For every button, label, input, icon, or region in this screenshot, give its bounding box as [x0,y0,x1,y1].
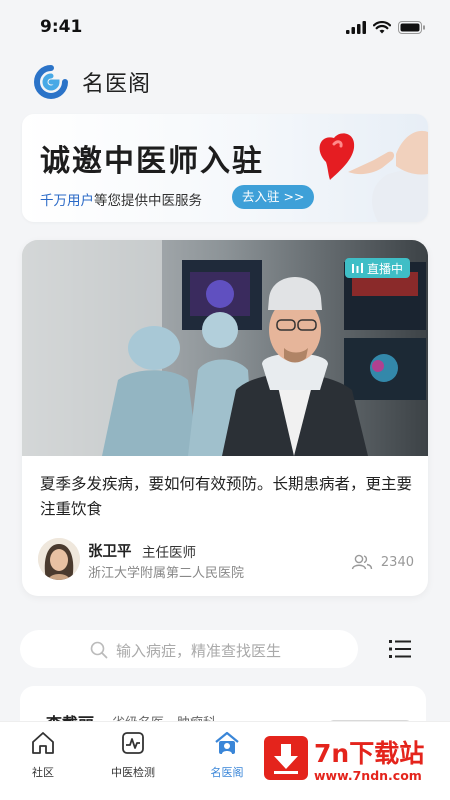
doctor-house-icon [215,731,239,754]
viewers-icon [351,554,373,570]
pulse-chart-icon [122,732,144,754]
live-description: 夏季多发疾病，要如何有效预防。长期患病者，更主要注重饮食 [40,475,413,518]
doctor-info[interactable]: 张卫平 主任医师 浙江大学附属第二人民医院 2340 [38,536,414,582]
live-badge-label: 直播中 [366,261,403,276]
watermark: 7n下载站 www.7ndn.com [264,732,442,790]
battery-icon [398,20,425,34]
doctor-name: 张卫平 [88,544,132,560]
tab-label: 中医检测 [111,766,155,779]
search-input[interactable]: 输入病症，精准查找医生 [20,630,358,668]
live-badge: 直播中 [344,258,410,278]
live-bars-icon [351,262,363,273]
doctor-title: 主任医师 [142,545,196,561]
watermark-url: www.7ndn.com [314,768,422,783]
wifi-icon [373,20,391,33]
status-time: 9:41 [40,17,83,37]
search-placeholder: 输入病症，精准查找医生 [116,642,282,660]
banner-title: 诚邀中医师入驻 [40,144,264,179]
avatar [38,538,80,580]
download-icon [264,736,308,780]
tab-label: 名医阁 [210,766,244,779]
signal-icon [346,20,366,34]
join-button[interactable]: 去入驻 >> [232,185,315,209]
heart-hand-illustration [319,130,428,222]
recruit-banner[interactable]: 诚邀中医师入驻 千万用户等您提供中医服务 去入驻 >> [22,114,428,222]
list-view-icon[interactable] [388,638,412,660]
banner-subtitle-rest: 等您提供中医服务 [94,193,202,209]
app-logo-icon [34,65,68,99]
tab-tcm-test[interactable]: 中医检测 [103,730,163,780]
watermark-title: 7n下载站 [314,739,425,768]
viewer-count: 2340 [351,554,414,570]
tab-label: 社区 [32,766,54,779]
doctor-hospital: 浙江大学附属第二人民医院 [88,566,245,581]
app-header: 名医阁 [34,62,151,102]
tab-famous-doctors[interactable]: 名医阁 [197,730,257,780]
banner-subtitle-highlight: 千万用户 [40,193,94,209]
status-bar: 9:41 [0,0,450,54]
tab-community[interactable]: 社区 [13,730,73,780]
banner-subtitle: 千万用户等您提供中医服务 [40,189,202,209]
search-icon [90,641,108,659]
home-icon [32,732,54,754]
viewer-count-value: 2340 [380,554,414,570]
live-stream-card[interactable]: 直播中 夏季多发疾病，要如何有效预防。长期患病者，更主要注重饮食 张卫平 主任医… [22,240,428,596]
page-title: 名医阁 [82,72,152,97]
status-icons [346,20,426,34]
